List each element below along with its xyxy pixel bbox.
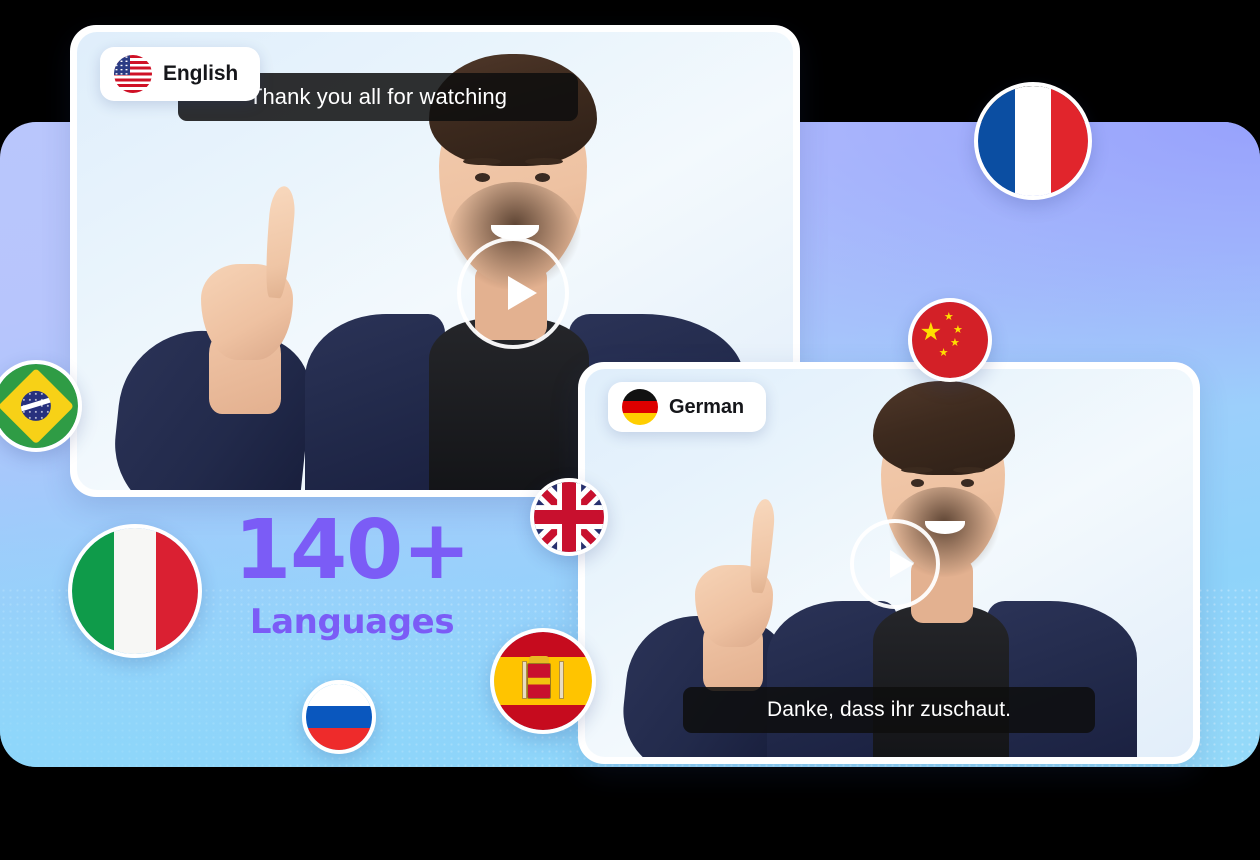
video-card-german[interactable]: Danke, dass ihr zuschaut. German [578,362,1200,764]
play-icon [890,550,915,578]
languages-label: Languages [249,601,455,642]
play-icon [507,276,537,310]
language-badge-label: German [669,395,744,418]
crest-pillar-icon [558,661,564,699]
us-flag-icon [114,55,152,93]
star-icon: ★ [950,337,960,350]
language-badge-german[interactable]: German [608,382,766,432]
star-icon: ★ [919,318,943,347]
crest-shield-icon [527,663,551,699]
italy-flag-icon[interactable] [68,524,202,658]
star-icon: ★ [953,323,963,336]
subtitle-text: Thank you all for watching [248,84,508,109]
language-badge-label: English [163,62,239,85]
promo-graphic: Thank you all for watching English Danke… [0,0,1260,860]
language-badge-english[interactable]: English [100,47,261,101]
russia-flag-icon[interactable] [302,680,376,754]
subtitle-german: Danke, dass ihr zuschaut. [683,687,1095,733]
subtitle-text: Danke, dass ihr zuschaut. [766,698,1012,721]
france-flag-icon[interactable] [974,82,1092,200]
spain-flag-icon[interactable] [490,628,596,734]
play-button-german[interactable] [850,519,940,609]
de-flag-icon [622,389,658,425]
star-icon: ★ [938,346,949,359]
languages-stat: 140+ Languages [232,503,472,642]
play-button-english[interactable] [457,237,569,349]
china-flag-icon[interactable]: ★ ★ ★ ★ ★ [908,298,992,382]
star-icon: ★ [943,310,954,323]
languages-count: 140+ [234,503,471,598]
uk-flag-icon[interactable] [530,478,608,556]
